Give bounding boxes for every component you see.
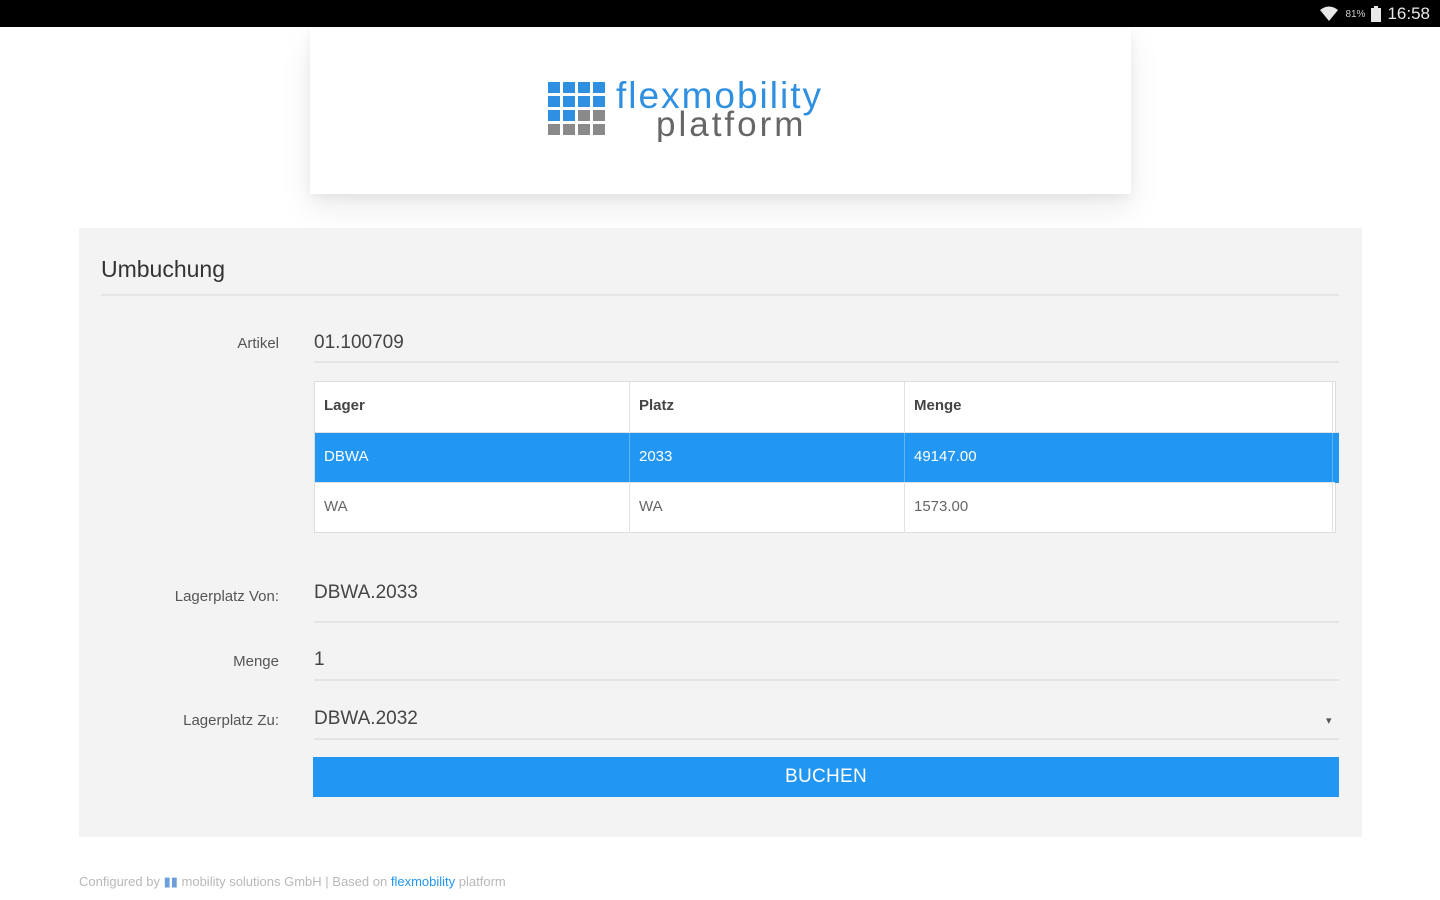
artikel-label: Artikel xyxy=(237,335,279,352)
cell-platz: 2033 xyxy=(630,433,905,483)
lagerplatz-zu-underline xyxy=(314,738,1339,740)
status-icons: 81% 16:58 xyxy=(1319,3,1430,25)
lagerplatz-von-label: Lagerplatz Von: xyxy=(174,588,279,605)
logo-grid-icon xyxy=(548,82,605,135)
footer-suffix: platform xyxy=(458,874,506,889)
lagerplatz-von-underline xyxy=(314,621,1339,623)
lagerplatz-von-value: DBWA.2033 xyxy=(314,582,418,603)
footer-brand-link[interactable]: flexmobility xyxy=(391,874,455,889)
footer: Configured by ▮▮ mobility solutions GmbH… xyxy=(79,874,506,890)
column-header-lager[interactable]: Lager xyxy=(315,382,630,432)
artikel-value: 01.100709 xyxy=(314,332,404,353)
umbuchung-panel: Umbuchung Artikel 01.100709 Lager Platz … xyxy=(79,228,1362,837)
battery-percent: 81% xyxy=(1345,8,1366,20)
clock: 16:58 xyxy=(1387,4,1430,23)
table-row[interactable]: WA WA 1573.00 xyxy=(315,482,1335,533)
lagerplatz-zu-label: Lagerplatz Zu: xyxy=(183,712,279,729)
dropdown-caret-icon[interactable]: ▾ xyxy=(1326,714,1332,727)
stock-table: Lager Platz Menge DBWA 2033 49147.00 WA … xyxy=(314,381,1339,533)
cell-lager: DBWA xyxy=(315,433,630,483)
footer-configured-by: Configured by xyxy=(79,874,160,889)
artikel-underline xyxy=(314,361,1339,363)
page-title: Umbuchung xyxy=(101,256,226,282)
wifi-icon xyxy=(1320,6,1339,21)
column-header-platz[interactable]: Platz xyxy=(630,382,905,432)
cell-menge: 1573.00 xyxy=(905,483,1333,533)
title-divider xyxy=(101,294,1339,296)
cell-menge: 49147.00 xyxy=(905,433,1333,483)
flexmobility-logo: flexmobility platform xyxy=(548,78,821,142)
status-bar: 81% 16:58 xyxy=(0,0,1440,27)
column-header-menge[interactable]: Menge xyxy=(905,382,1333,432)
battery-icon xyxy=(1371,6,1382,22)
table-header-row: Lager Platz Menge xyxy=(315,382,1335,432)
lagerplatz-zu-select[interactable]: DBWA.2032 xyxy=(314,708,418,730)
menge-label: Menge xyxy=(233,653,279,670)
cell-lager: WA xyxy=(315,483,630,533)
footer-company: mobility solutions GmbH | Based on xyxy=(181,874,388,889)
menge-underline xyxy=(314,679,1339,681)
company-logo-icon: ▮▮ xyxy=(163,874,178,889)
table-row[interactable]: DBWA 2033 49147.00 xyxy=(315,432,1339,483)
svg-text:platform: platform xyxy=(656,105,806,142)
cell-platz: WA xyxy=(630,483,905,533)
menge-input[interactable]: 1 xyxy=(314,649,325,671)
buchen-button[interactable]: BUCHEN xyxy=(313,757,1339,797)
